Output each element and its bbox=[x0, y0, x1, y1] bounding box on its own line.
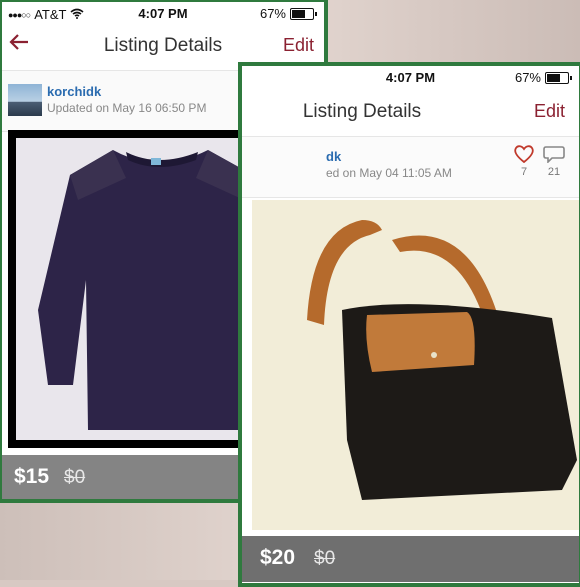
status-bar: 4:07 PM 67% bbox=[242, 66, 579, 88]
battery-label: 67% bbox=[514, 70, 541, 85]
battery-icon bbox=[290, 7, 317, 20]
nav-bar: Listing Details Edit bbox=[2, 24, 324, 66]
price-original: $0 bbox=[314, 548, 336, 569]
listing-photo[interactable] bbox=[252, 200, 579, 530]
price-current: $20 bbox=[260, 546, 296, 569]
seller-username[interactable]: korchidk bbox=[47, 84, 101, 99]
price-original: $0 bbox=[64, 467, 86, 488]
seller-row: dk ed on May 04 11:05 AM 7 21 bbox=[242, 136, 579, 198]
nav-bar: Listing Details Edit bbox=[242, 90, 579, 132]
comment-button[interactable]: 21 bbox=[542, 145, 566, 178]
bag-image bbox=[252, 200, 579, 530]
like-button[interactable]: 7 bbox=[512, 145, 536, 178]
status-bar: ●●●○○ AT&T 4:07 PM 67% bbox=[2, 2, 324, 24]
avatar[interactable] bbox=[8, 84, 42, 116]
comment-icon bbox=[543, 146, 565, 164]
page-title: Listing Details bbox=[103, 35, 223, 56]
heart-icon bbox=[514, 145, 534, 164]
battery-label: 67% bbox=[259, 6, 286, 21]
seller-username[interactable]: dk bbox=[326, 149, 341, 164]
edit-button[interactable]: Edit bbox=[283, 35, 314, 56]
edit-button[interactable]: Edit bbox=[534, 101, 565, 122]
price-bar: $20 $0 bbox=[242, 536, 579, 582]
comment-count: 21 bbox=[547, 166, 561, 178]
listing-screenshot-bag: 4:07 PM 67% Listing Details Edit dk ed o… bbox=[238, 62, 580, 587]
like-count: 7 bbox=[520, 166, 528, 178]
page-title: Listing Details bbox=[302, 101, 422, 122]
updated-timestamp: ed on May 04 11:05 AM bbox=[326, 166, 452, 180]
battery-icon bbox=[545, 71, 572, 84]
updated-timestamp: Updated on May 16 06:50 PM bbox=[47, 101, 207, 115]
price-current: $15 bbox=[14, 465, 50, 488]
